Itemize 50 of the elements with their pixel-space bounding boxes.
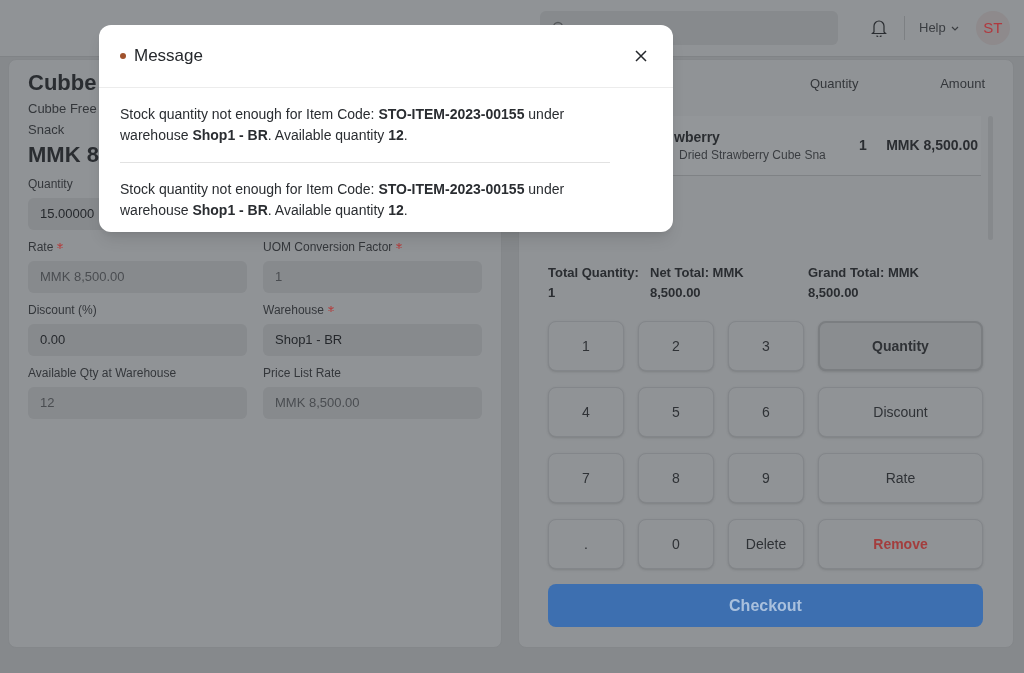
field-label: Rate [28,240,54,255]
input-field[interactable]: 12 [28,387,247,419]
input-field[interactable]: MMK 8,500.00 [263,387,482,419]
dialog-title: Message [134,45,203,68]
item-description: Snack [28,121,65,139]
input-field[interactable]: Shop1 - BR [263,324,482,356]
keypad-button[interactable]: 8 [638,453,714,503]
field-label: Discount (%) [28,303,97,318]
total-value: 8,500.00 [650,284,701,302]
total-value: 1 [548,284,556,302]
keypad-button[interactable]: Delete [728,519,804,569]
caret-icon [950,25,959,31]
keypad-button[interactable]: 9 [728,453,804,503]
item-description: Cubbe Free [28,100,97,118]
item-quantity: 1 [859,136,867,155]
total-label: Net Total: MMK [650,264,744,282]
keypad-button[interactable]: Quantity [818,321,983,371]
keypad-button[interactable]: 6 [728,387,804,437]
field-label: Price List Rate [263,366,342,381]
field-label: Available Qty at Warehouse [28,366,177,381]
keypad-button[interactable]: 5 [638,387,714,437]
keypad-button[interactable]: Rate [818,453,983,503]
input-field[interactable]: 0.00 [28,324,247,356]
keypad-button[interactable]: 2 [638,321,714,371]
field-label: Warehouse [263,303,324,318]
total-label: Total Quantity: [548,264,639,282]
keypad-button[interactable]: 4 [548,387,624,437]
keypad-button[interactable]: 1 [548,321,624,371]
notification-bell-icon[interactable] [871,19,887,37]
keypad-button[interactable]: 7 [548,453,624,503]
item-name: wberry [674,127,720,146]
item-name: Cubbe [28,69,98,97]
item-price: MMK 8 [28,141,100,169]
input-field[interactable]: MMK 8,500.00 [28,261,247,293]
keypad-button[interactable]: Discount [818,387,983,437]
keypad-button[interactable]: 0 [638,519,714,569]
help-menu[interactable]: Help [919,18,959,38]
total-value: 8,500.00 [808,284,859,302]
column-header: Quantity [810,74,860,93]
total-label: Grand Total: MMK [808,264,919,282]
message-text: Stock quantity not enough for Item Code: STO-ITEM-2023-00155 under warehouse Shop1 - BR. Available quantity 12. [120,162,610,237]
input-field[interactable]: 1 [263,261,482,293]
column-header: Amount [939,74,985,93]
field-label: Quantity [28,177,73,192]
item-amount: MMK 8,500.00 [886,136,978,155]
keypad-button[interactable]: . [548,519,624,569]
field-label: UOM Conversion Factor [263,240,393,255]
keypad-button[interactable]: 3 [728,321,804,371]
item-description: Dried Strawberry Cube Sna [678,146,826,164]
checkout-button[interactable]: Checkout [548,584,983,627]
